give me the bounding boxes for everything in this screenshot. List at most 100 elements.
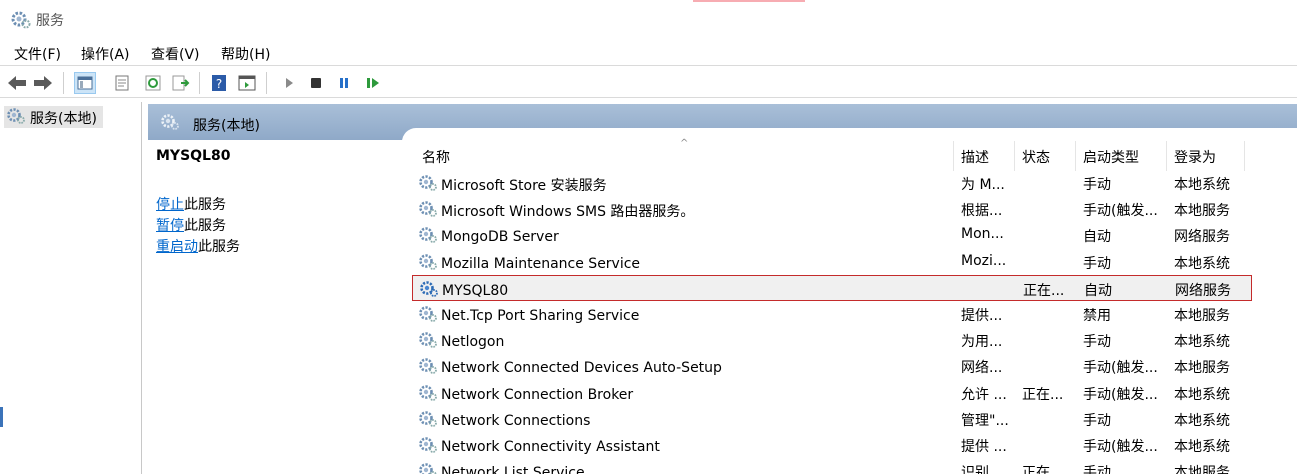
table-row[interactable]: Microsoft Store 安装服务 为 M... 手动 本地系统 bbox=[412, 170, 1252, 196]
table-row[interactable]: Network List Service 识别... 正在... 手动 本地服务 bbox=[412, 458, 1252, 474]
cell-name: Mozilla Maintenance Service bbox=[418, 253, 640, 275]
cell-log-on-as: 本地服务 bbox=[1174, 203, 1230, 219]
cell-log-on-as: 本地系统 bbox=[1174, 387, 1230, 403]
table-row[interactable]: MongoDB Server Mon... 自动 网络服务 bbox=[412, 222, 1252, 248]
table-row[interactable]: Network Connected Devices Auto-Setup 网络..… bbox=[412, 353, 1252, 379]
service-name: Netlogon bbox=[441, 334, 505, 350]
cell-log-on-as: 本地系统 bbox=[1174, 334, 1230, 350]
play-icon[interactable] bbox=[278, 72, 300, 94]
menu-view[interactable]: 查看(V) bbox=[149, 44, 202, 64]
gear-icon bbox=[418, 436, 438, 458]
service-name: Network Connectivity Assistant bbox=[441, 439, 660, 455]
cell-description: 提供... bbox=[961, 308, 1003, 324]
cell-startup-type: 自动 bbox=[1083, 229, 1111, 245]
restart-icon[interactable] bbox=[362, 72, 384, 94]
gear-icon bbox=[418, 174, 438, 196]
selected-service-name: MYSQL80 bbox=[156, 148, 231, 164]
panel-header-label: 服务(本地) bbox=[193, 118, 260, 134]
toolbar-separator bbox=[199, 72, 200, 94]
table-row[interactable]: Microsoft Windows SMS 路由器服务。 根据... 手动(触发..… bbox=[412, 196, 1252, 222]
service-name: Microsoft Windows SMS 路由器服务。 bbox=[441, 204, 695, 220]
title-bar: 服务 bbox=[0, 0, 1297, 40]
column-header-status[interactable]: 状态 bbox=[1018, 141, 1076, 171]
cell-description: 允许 ... bbox=[961, 387, 1007, 403]
table-row[interactable]: Net.Tcp Port Sharing Service 提供... 禁用 本地服务 bbox=[412, 301, 1252, 327]
restart-service-link[interactable]: 重启动 bbox=[156, 239, 198, 255]
cell-description: 识别... bbox=[961, 465, 1003, 474]
menu-file[interactable]: 文件(F) bbox=[12, 44, 63, 64]
restart-service-action: 重启动此服务 bbox=[156, 236, 240, 256]
table-row-selected[interactable]: MYSQL80 正在... 自动 网络服务 bbox=[412, 275, 1252, 301]
pause-service-action: 暂停此服务 bbox=[156, 215, 226, 235]
properties-icon[interactable] bbox=[111, 72, 133, 94]
window-edge-marker bbox=[0, 407, 3, 427]
title-accent bbox=[693, 0, 805, 2]
service-name: Network Connection Broker bbox=[441, 387, 634, 403]
cell-name: Network Connections bbox=[418, 410, 590, 432]
cell-log-on-as: 本地服务 bbox=[1174, 465, 1230, 474]
service-name: MYSQL80 bbox=[442, 283, 509, 299]
cell-status: 正在... bbox=[1023, 283, 1065, 299]
cell-status: 正在... bbox=[1022, 387, 1064, 403]
gear-icon bbox=[418, 410, 438, 432]
refresh-icon[interactable] bbox=[142, 72, 164, 94]
gear-icon bbox=[418, 384, 438, 406]
service-name: Network Connected Devices Auto-Setup bbox=[441, 360, 722, 376]
gear-icon bbox=[419, 280, 439, 302]
gear-icon bbox=[10, 9, 32, 31]
window-title: 服务 bbox=[36, 13, 64, 29]
table-row[interactable]: Netlogon 为用... 手动 本地系统 bbox=[412, 327, 1252, 353]
table-row[interactable]: Network Connections 管理"... 手动 本地系统 bbox=[412, 406, 1252, 432]
cell-name: Net.Tcp Port Sharing Service bbox=[418, 305, 639, 327]
action-suffix: 此服务 bbox=[184, 197, 226, 213]
menu-help[interactable]: 帮助(H) bbox=[219, 44, 272, 64]
export-list-icon[interactable] bbox=[170, 72, 192, 94]
cell-startup-type: 禁用 bbox=[1083, 308, 1111, 324]
cell-log-on-as: 网络服务 bbox=[1174, 229, 1230, 245]
back-arrow-icon[interactable] bbox=[6, 72, 28, 94]
cell-log-on-as: 本地服务 bbox=[1174, 360, 1230, 376]
table-row[interactable]: Network Connection Broker 允许 ... 正在... 手动(触… bbox=[412, 380, 1252, 406]
forward-arrow-icon[interactable] bbox=[32, 72, 54, 94]
stop-icon[interactable] bbox=[305, 72, 327, 94]
service-name: Network List Service bbox=[441, 465, 585, 474]
cell-description: 提供 ... bbox=[961, 439, 1007, 455]
cell-name: MongoDB Server bbox=[418, 226, 559, 248]
table-row[interactable]: Mozilla Maintenance Service Mozi... 手动 本地系统 bbox=[412, 249, 1252, 275]
cell-description: Mon... bbox=[961, 226, 1004, 242]
cell-description: Mozi... bbox=[961, 253, 1007, 269]
column-header-description[interactable]: 描述 bbox=[957, 141, 1015, 171]
service-name: Mozilla Maintenance Service bbox=[441, 256, 641, 272]
cell-log-on-as: 本地系统 bbox=[1174, 439, 1230, 455]
pause-service-link[interactable]: 暂停 bbox=[156, 218, 184, 234]
cell-description: 网络... bbox=[961, 360, 1003, 376]
menu-action[interactable]: 操作(A) bbox=[79, 44, 132, 64]
service-name: Microsoft Store 安装服务 bbox=[441, 178, 607, 194]
gear-icon bbox=[418, 331, 438, 353]
column-header-name[interactable]: 名称 bbox=[418, 141, 954, 171]
service-name: MongoDB Server bbox=[441, 229, 559, 245]
cell-startup-type: 手动(触发... bbox=[1083, 439, 1158, 455]
svg-text:?: ? bbox=[216, 77, 222, 91]
cell-name: Network List Service bbox=[418, 462, 585, 474]
column-header-log-on-as[interactable]: 登录为 bbox=[1170, 141, 1245, 171]
cell-log-on-as: 本地系统 bbox=[1174, 256, 1230, 272]
column-header-startup-type[interactable]: 启动类型 bbox=[1079, 141, 1167, 171]
menu-bar: 文件(F) 操作(A) 查看(V) 帮助(H) bbox=[0, 40, 1297, 66]
stop-service-action: 停止此服务 bbox=[156, 194, 226, 214]
view-icon[interactable] bbox=[236, 72, 258, 94]
pause-icon[interactable] bbox=[333, 72, 355, 94]
cell-name: MYSQL80 bbox=[419, 280, 508, 302]
cell-description: 管理"... bbox=[961, 413, 1009, 429]
cell-startup-type: 手动 bbox=[1083, 177, 1111, 193]
cell-log-on-as: 本地系统 bbox=[1174, 413, 1230, 429]
cell-log-on-as: 本地服务 bbox=[1174, 308, 1230, 324]
console-tree-icon[interactable] bbox=[74, 72, 96, 94]
cell-description: 为用... bbox=[961, 334, 1003, 350]
tree-item-services-local[interactable]: 服务(本地) bbox=[4, 106, 103, 128]
help-icon[interactable]: ? bbox=[208, 72, 230, 94]
cell-startup-type: 手动 bbox=[1083, 256, 1111, 272]
cell-name: Network Connectivity Assistant bbox=[418, 436, 660, 458]
stop-service-link[interactable]: 停止 bbox=[156, 197, 184, 213]
table-row[interactable]: Network Connectivity Assistant 提供 ... 手动(触… bbox=[412, 432, 1252, 458]
